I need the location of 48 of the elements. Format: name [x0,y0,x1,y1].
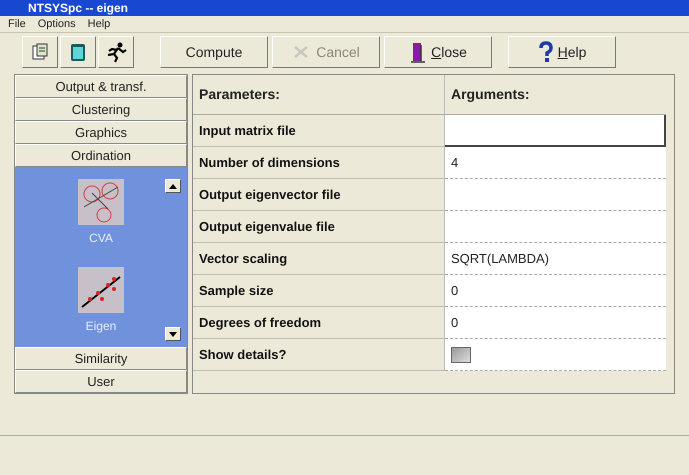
category-button[interactable]: Output & transf. [15,75,187,98]
category-button[interactable]: Clustering [15,98,187,121]
clipboard-icon [69,42,87,62]
parameter-cell: Input matrix file [193,115,445,147]
category-button[interactable]: Ordination [15,144,187,167]
toolbar-button[interactable]: Help [508,36,616,68]
column-header: Parameters: [193,75,445,114]
scatter-plot-icon [78,267,124,313]
door-icon [409,41,428,63]
toolbar-button[interactable] [60,36,96,68]
toolbar-button: Cancel [272,36,380,68]
argument-cell[interactable] [445,179,666,211]
argument-cell[interactable]: 0 [445,275,666,307]
category-button[interactable]: Similarity [15,347,187,370]
argument-cell[interactable] [445,211,666,243]
scroll-down-button[interactable] [165,327,181,341]
category-button[interactable]: User [15,370,187,393]
argument-cell[interactable]: 4 [445,147,666,179]
column-header: Arguments: [450,85,531,104]
category-button[interactable]: Graphics [15,121,187,144]
menu-item[interactable]: Help [88,16,110,32]
scroll-up-button[interactable] [165,179,181,193]
tool-label: Eigen [86,318,116,335]
toolbar-button[interactable] [98,36,134,68]
menu-item[interactable]: Options [38,16,76,32]
checkbox[interactable] [451,346,471,362]
tool-button[interactable] [78,267,124,313]
parameter-cell: Number of dimensions [193,147,445,179]
toolbar-button[interactable]: Close [384,36,492,68]
parameter-cell: Sample size [193,275,445,307]
parameter-cell: Degrees of freedom [193,307,445,339]
parameter-cell: Vector scaling [193,243,445,275]
menu-item[interactable]: File [8,16,26,32]
argument-field[interactable] [445,115,666,147]
tool-label: CVA [89,230,113,247]
toolbar-button[interactable] [22,36,58,68]
argument-cell[interactable]: SQRT(LAMBDA) [445,243,666,275]
document-icon [30,42,50,62]
toolbar-button[interactable]: Compute [160,36,268,68]
clusters-icon [78,179,124,225]
parameter-cell: Output eigenvalue file [193,211,445,243]
argument-cell[interactable]: 0 [445,307,666,339]
parameter-cell: Show details? [193,339,445,371]
window-title: NTSYSpc -- eigen [28,1,128,15]
parameter-cell: Output eigenvector file [193,179,445,211]
up-arrow-icon [169,184,177,188]
help-icon [538,41,554,63]
down-arrow-icon [169,332,177,336]
